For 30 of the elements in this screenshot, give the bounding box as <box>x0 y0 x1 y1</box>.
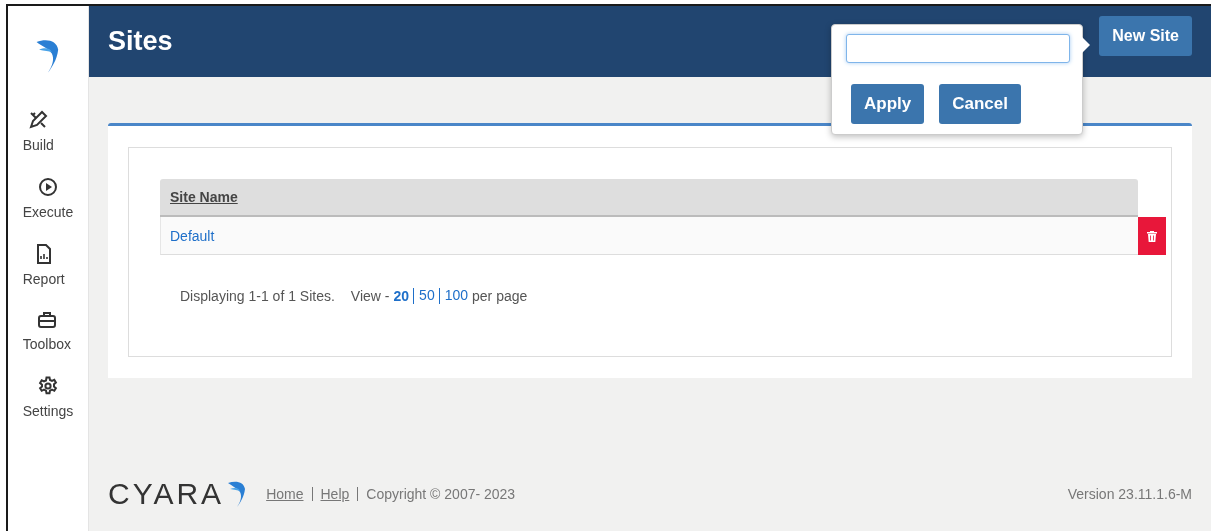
trash-icon <box>1147 230 1157 242</box>
footer-link[interactable]: Home <box>266 486 313 501</box>
play-icon <box>38 177 58 197</box>
page-size-link[interactable]: 50 <box>413 288 435 304</box>
nav-item[interactable]: Toolbox <box>22 311 71 352</box>
cyara-logo: CYARA <box>108 478 249 509</box>
nav-item[interactable]: Build <box>22 110 54 153</box>
copyright-text: Copyright © 2007- 2023 <box>366 485 516 502</box>
nav-item[interactable]: Execute <box>22 177 74 220</box>
new-site-button[interactable]: New Site <box>1099 15 1192 56</box>
cancel-button[interactable]: Cancel <box>939 84 1021 124</box>
report-icon <box>35 244 52 264</box>
column-header[interactable]: Site Name <box>160 179 1138 217</box>
view-label: View - <box>350 288 390 304</box>
nav-item[interactable]: Settings <box>22 376 74 419</box>
per-page-label: per page <box>472 288 528 304</box>
page-size-link[interactable]: 100 <box>438 288 469 304</box>
delete-button[interactable] <box>1138 217 1166 255</box>
pagination-summary: Displaying 1-1 of 1 Sites. <box>180 288 335 304</box>
site-name-field[interactable] <box>846 34 1070 63</box>
settings-icon <box>38 376 58 396</box>
nav-item[interactable]: Report <box>22 244 65 287</box>
footer-link[interactable]: Help <box>312 486 359 501</box>
page-title: Sites <box>108 26 173 57</box>
pencil-ruler-icon <box>28 110 49 130</box>
site-link[interactable]: Default <box>170 227 215 244</box>
toolbox-icon <box>36 311 57 329</box>
page-size-link[interactable]: 20 <box>393 288 410 304</box>
version-text: Version 23.11.1.6-M <box>1067 485 1192 502</box>
apply-button[interactable]: Apply <box>851 84 925 124</box>
